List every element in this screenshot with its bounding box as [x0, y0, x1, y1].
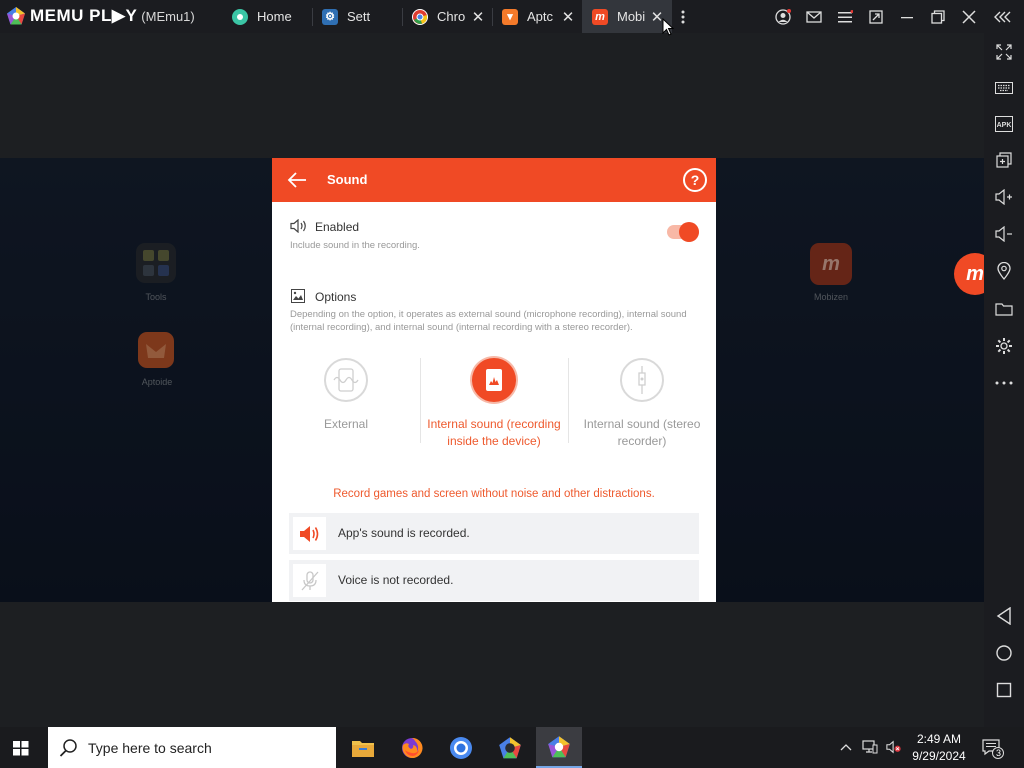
- android-recents-icon[interactable]: [993, 679, 1015, 701]
- dialog-title: Sound: [327, 172, 368, 187]
- search-placeholder: Type here to search: [88, 740, 212, 756]
- emulator-sidebar: APK: [984, 33, 1024, 727]
- image-options-icon: [291, 289, 305, 303]
- app-sound-row: App's sound is recorded.: [289, 513, 699, 554]
- folder-icon[interactable]: [993, 298, 1015, 320]
- memu-play-icon[interactable]: [536, 727, 582, 768]
- voice-row: Voice is not recorded.: [289, 560, 699, 601]
- mouse-cursor-icon: [662, 18, 674, 36]
- tab-aptoide[interactable]: ▾ Aptc ✕: [492, 0, 582, 33]
- memu-pentagon-icon: [7, 7, 25, 25]
- home-app-icon: [232, 8, 248, 25]
- memu-logo: MEMU PL▶Y (MEmu1): [6, 5, 195, 27]
- options-title: Options: [315, 290, 357, 304]
- apk-install-icon[interactable]: APK: [993, 113, 1015, 135]
- tab-label: Sett: [347, 9, 371, 24]
- mobizen-icon: m: [592, 8, 608, 25]
- option-external[interactable]: External: [272, 358, 420, 433]
- more-options-icon[interactable]: [993, 372, 1015, 394]
- option-internal-sound[interactable]: Internal sound (recording inside the dev…: [420, 358, 568, 449]
- speaker-on-icon: [293, 517, 326, 550]
- taskbar-clock[interactable]: 2:49 AM 9/29/2024: [906, 731, 972, 765]
- collapse-sidebar-icon[interactable]: [994, 8, 1012, 26]
- location-icon[interactable]: [993, 260, 1015, 282]
- back-arrow-icon[interactable]: [286, 169, 308, 191]
- more-tabs-icon[interactable]: [674, 8, 692, 26]
- chrome-icon: [412, 8, 428, 25]
- enabled-description: Include sound in the recording.: [290, 240, 420, 251]
- enabled-toggle[interactable]: [667, 222, 699, 242]
- notification-center-icon[interactable]: 3: [982, 739, 1004, 759]
- title-bar: MEMU PL▶Y (MEmu1) Home ⚙ Sett Chro ✕ ▾ A…: [0, 0, 1024, 33]
- mail-icon[interactable]: [805, 8, 823, 26]
- tab-mobizen[interactable]: m Mobi ✕: [582, 0, 672, 33]
- tray-chevron-up-icon[interactable]: [838, 739, 854, 755]
- keyboard-icon[interactable]: [993, 77, 1015, 99]
- minimize-icon[interactable]: [898, 8, 916, 26]
- menu-icon[interactable]: [836, 8, 854, 26]
- options-description: Depending on the option, it operates as …: [290, 309, 687, 333]
- chrome-taskbar-icon[interactable]: [438, 727, 484, 768]
- external-mic-icon: [324, 358, 368, 402]
- taskbar-search-box[interactable]: Type here to search: [48, 727, 336, 768]
- fullscreen-icon[interactable]: [993, 41, 1015, 63]
- option-label: External: [323, 417, 369, 431]
- option-stereo-recorder[interactable]: Internal sound (stereo recorder): [568, 358, 716, 449]
- file-explorer-icon[interactable]: [340, 727, 386, 768]
- tab-label: Chro: [437, 9, 466, 24]
- internal-sound-icon: [472, 358, 516, 402]
- tab-settings[interactable]: ⚙ Sett: [312, 0, 402, 33]
- close-window-icon[interactable]: [960, 8, 978, 26]
- settings-gear-icon: ⚙: [322, 8, 338, 25]
- volume-up-icon[interactable]: [993, 186, 1015, 208]
- account-icon[interactable]: [774, 8, 792, 26]
- shrink-window-icon[interactable]: [867, 8, 885, 26]
- android-home-icon[interactable]: [993, 642, 1015, 664]
- volume-down-icon[interactable]: [993, 223, 1015, 245]
- tab-label: Home: [257, 9, 292, 24]
- speaker-icon: [290, 219, 306, 233]
- sound-tip: Record games and screen without noise an…: [333, 488, 655, 500]
- clock-time: 2:49 AM: [916, 732, 962, 746]
- firefox-icon[interactable]: [389, 727, 435, 768]
- app-brand: MEMU PL▶Y: [30, 6, 138, 25]
- tab-chrome[interactable]: Chro ✕: [402, 0, 492, 33]
- settings-icon[interactable]: [993, 335, 1015, 357]
- sound-settings-dialog: Sound ? Enabled Include sound in the rec…: [272, 158, 716, 602]
- android-back-icon[interactable]: [993, 605, 1015, 627]
- tab-home[interactable]: Home: [222, 0, 312, 33]
- network-icon[interactable]: [862, 739, 878, 755]
- mic-muted-icon: [293, 564, 326, 597]
- stereo-cable-icon: [620, 358, 664, 402]
- aptoide-icon: ▾: [502, 8, 518, 25]
- row-text: App's sound is recorded.: [338, 526, 470, 540]
- multi-instance-icon[interactable]: [993, 149, 1015, 171]
- option-label: Internal sound (recording inside the dev…: [427, 417, 561, 448]
- instance-name: (MEmu1): [141, 8, 195, 24]
- clock-date: 9/29/2024: [912, 749, 966, 763]
- help-icon[interactable]: ?: [683, 168, 707, 192]
- svg-text:APK: APK: [997, 122, 1012, 129]
- volume-muted-icon[interactable]: [886, 739, 902, 755]
- notification-count: 3: [995, 748, 1001, 758]
- windows-taskbar: Type here to search 2:49 AM 9/29/2024 3: [0, 727, 1024, 768]
- enabled-title: Enabled: [315, 220, 360, 234]
- restore-icon[interactable]: [929, 8, 947, 26]
- row-text: Voice is not recorded.: [338, 573, 454, 587]
- tab-close-icon[interactable]: ✕: [471, 9, 485, 26]
- tab-label: Aptc: [527, 9, 554, 24]
- tab-label: Mobi: [617, 9, 646, 24]
- dialog-header: Sound ?: [272, 158, 716, 202]
- tab-close-icon[interactable]: ✕: [561, 9, 575, 26]
- option-label: Internal sound (stereo recorder): [583, 417, 701, 448]
- windows-start-icon[interactable]: [10, 737, 32, 759]
- memu-multi-icon[interactable]: [487, 727, 533, 768]
- search-icon: [59, 739, 77, 757]
